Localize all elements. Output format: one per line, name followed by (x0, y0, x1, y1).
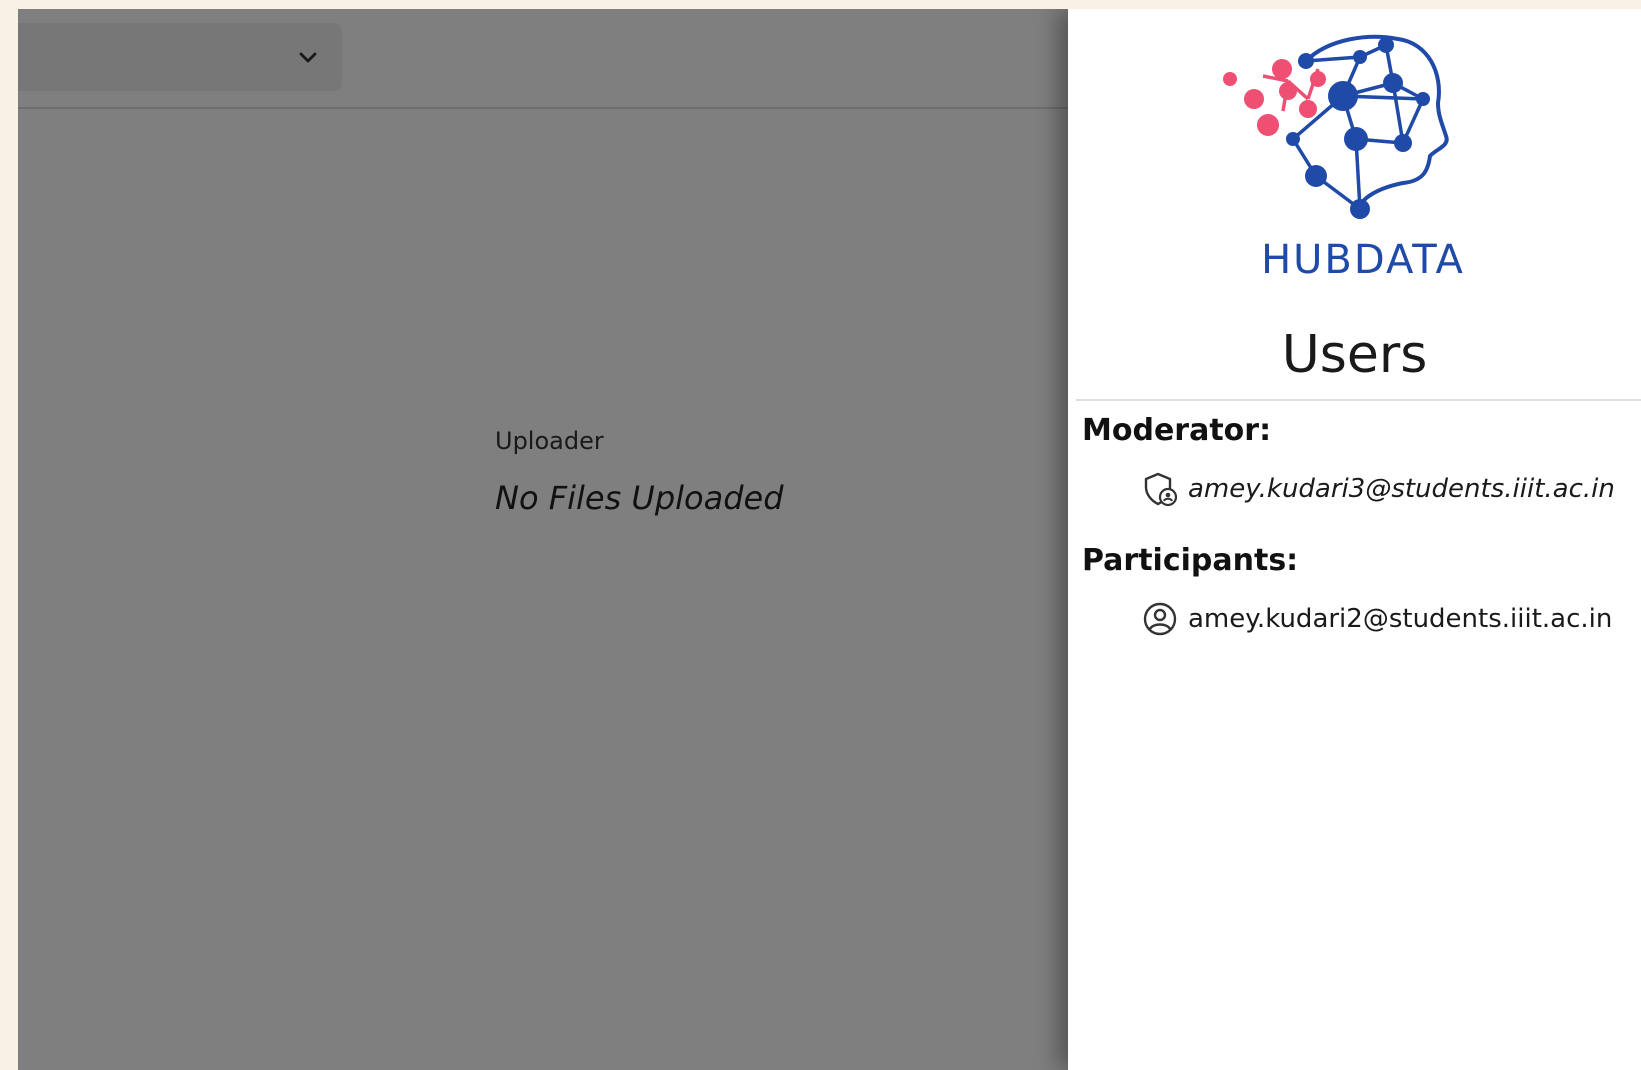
participant-user-row: amey.kudari2@students.iiit.ac.in (1142, 601, 1612, 637)
moderator-shield-icon (1144, 472, 1178, 507)
brain-network-logo: HUBDATA (1223, 34, 1465, 283)
moderator-email: amey.kudari3@students.iiit.ac.in (1188, 474, 1615, 504)
moderator-heading: Moderator: (1082, 413, 1272, 448)
app-window: Uploader No Files Uploaded (18, 9, 1641, 1070)
moderator-user-row: amey.kudari3@students.iiit.ac.in (1142, 471, 1615, 507)
logo-wordmark: HUBDATA (1261, 237, 1465, 283)
participants-heading: Participants: (1082, 543, 1299, 578)
users-drawer: HUBDATA Users Moderator: amey.kudari3@st… (1068, 9, 1641, 1070)
participant-email: amey.kudari2@students.iiit.ac.in (1188, 604, 1613, 634)
drawer-title: Users (1281, 325, 1428, 385)
drawer-backdrop[interactable] (18, 9, 1068, 1070)
user-circle-icon (1143, 602, 1177, 636)
title-divider (1076, 399, 1641, 401)
